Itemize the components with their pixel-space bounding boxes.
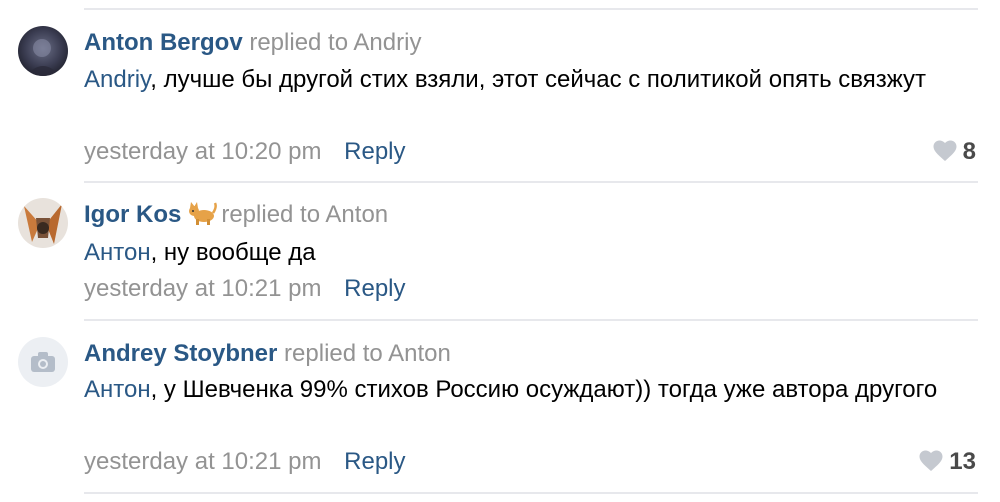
like-count: 13 (949, 448, 976, 475)
comment-divider (84, 319, 978, 321)
comment-divider (84, 181, 978, 183)
comment-meta: yesterday at 10:20 pm Reply (84, 137, 406, 167)
like-button[interactable]: 8 (933, 137, 976, 167)
comment-body: , ну вообще да (150, 239, 316, 266)
comment-text: Andriy, лучше бы другой стих взяли, этот… (84, 62, 974, 98)
like-button[interactable]: 13 (919, 447, 976, 477)
timestamp[interactable]: yesterday at 10:20 pm (84, 138, 321, 165)
reply-button[interactable]: Reply (344, 138, 405, 165)
replied-to[interactable]: replied to Anton (221, 201, 388, 228)
mention-link[interactable]: Антон (84, 376, 151, 403)
comment-text: Антон, ну вообще да (84, 235, 974, 271)
replied-to[interactable]: replied to Anton (284, 340, 451, 367)
comment-divider (84, 8, 978, 10)
author-name[interactable]: Anton Bergov (84, 29, 243, 56)
mention-link[interactable]: Andriy (84, 66, 150, 93)
like-count: 8 (962, 138, 976, 165)
replied-to[interactable]: replied to Andriy (249, 29, 421, 56)
avatar[interactable] (18, 337, 68, 387)
heart-icon (933, 140, 957, 161)
comment-body: , у Шевченка 99% стихов Россию осуждают)… (150, 376, 938, 403)
comment-divider (84, 492, 978, 494)
comment-meta: yesterday at 10:21 pm Reply (84, 274, 406, 304)
timestamp[interactable]: yesterday at 10:21 pm (84, 275, 321, 302)
comment-body: , лучше бы другой стих взяли, этот сейча… (150, 66, 927, 93)
reply-button[interactable]: Reply (344, 448, 405, 475)
comment-meta: yesterday at 10:21 pm Reply (84, 447, 406, 477)
comment-header: Igor Kos replied to Anton (84, 200, 388, 230)
heart-icon (919, 450, 943, 471)
comment-header: Anton Bergov replied to Andriy (84, 28, 421, 58)
author-name[interactable]: Andrey Stoybner (84, 340, 277, 367)
avatar[interactable] (18, 198, 68, 248)
comment-header: Andrey Stoybner replied to Anton (84, 339, 451, 369)
author-name[interactable]: Igor Kos (84, 201, 181, 228)
reply-button[interactable]: Reply (344, 275, 405, 302)
comment-text: Антон, у Шевченка 99% стихов Россию осуж… (84, 372, 974, 408)
cat-emoji-icon (189, 202, 218, 225)
avatar[interactable] (18, 26, 68, 76)
mention-link[interactable]: Антон (84, 239, 151, 266)
timestamp[interactable]: yesterday at 10:21 pm (84, 448, 321, 475)
